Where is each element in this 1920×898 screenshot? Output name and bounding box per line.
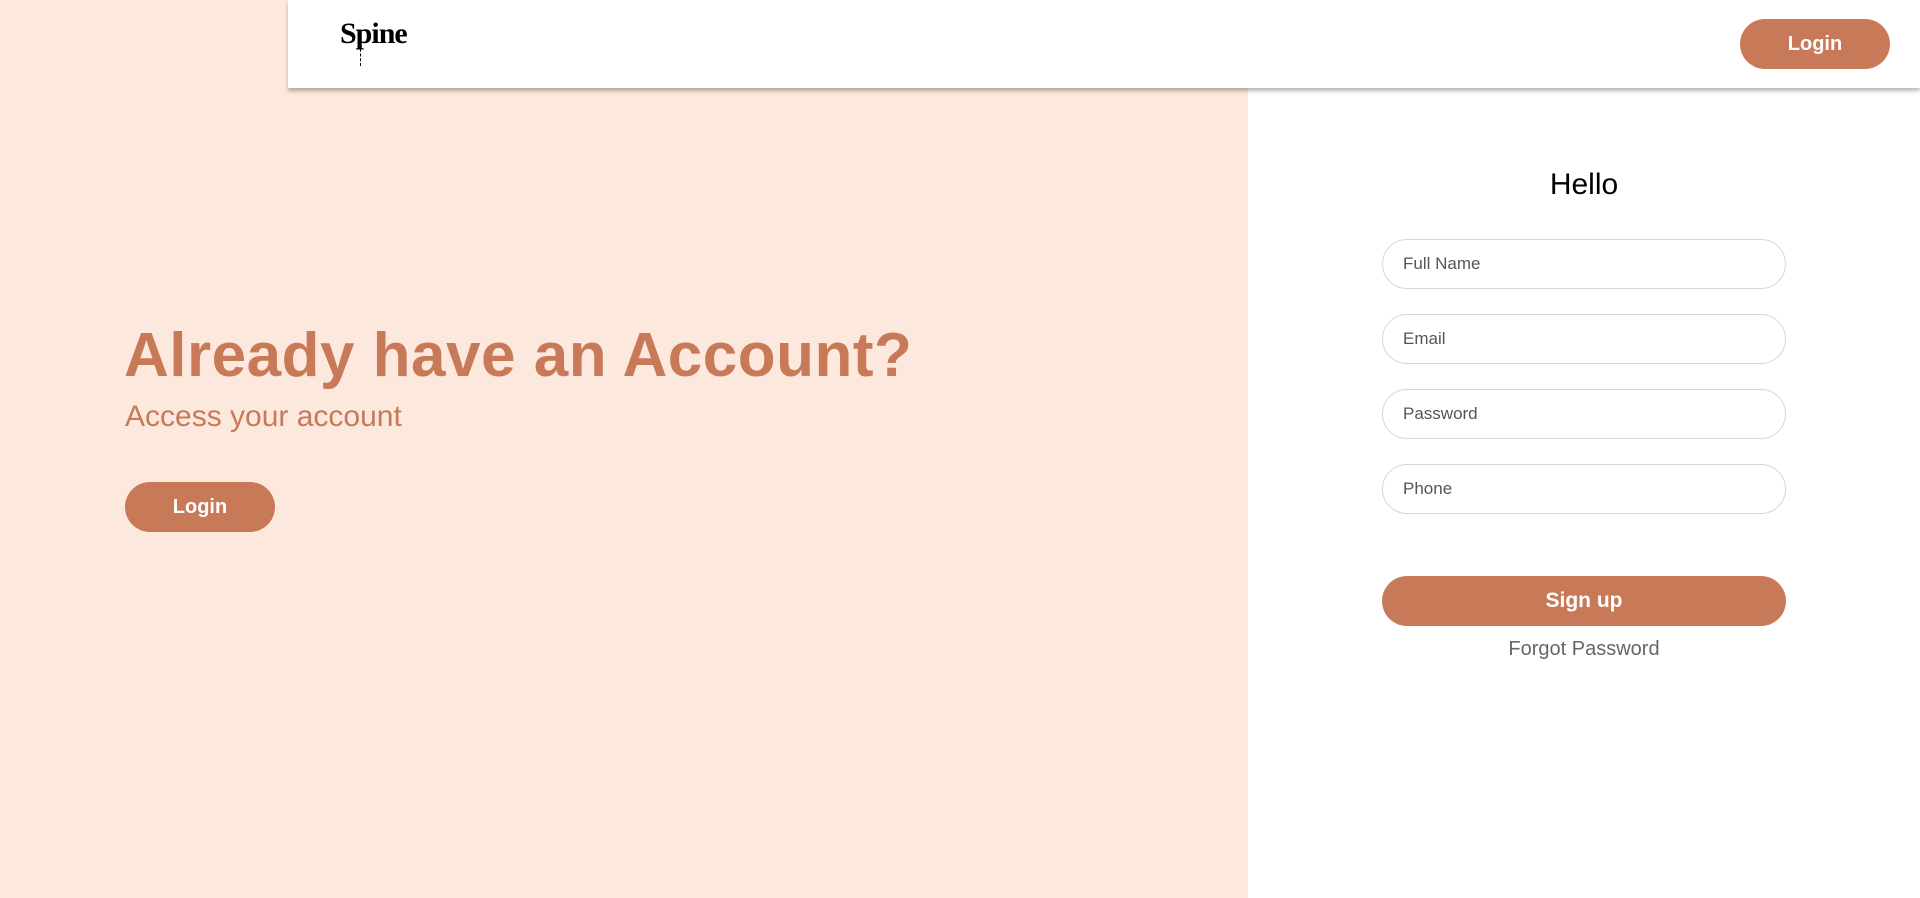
hero-login-button[interactable]: Login — [125, 482, 275, 532]
top-navbar: Spine Login — [288, 0, 1920, 88]
logo-stitch-mark — [360, 44, 361, 66]
password-input[interactable] — [1382, 389, 1786, 439]
full-name-input[interactable] — [1382, 239, 1786, 289]
signup-button[interactable]: Sign up — [1382, 576, 1786, 626]
hero-headline: Already have an Account? — [124, 321, 913, 390]
phone-input[interactable] — [1382, 464, 1786, 514]
hero-subheadline: Access your account — [125, 400, 402, 433]
brand-logo[interactable]: Spine — [340, 18, 420, 66]
login-promo-panel — [0, 0, 1248, 898]
logo-wordmark: Spine — [340, 17, 408, 50]
signup-form-title: Hello — [1549, 168, 1619, 201]
forgot-password-link[interactable]: Forgot Password — [1382, 638, 1786, 661]
email-input[interactable] — [1382, 314, 1786, 364]
signup-panel — [1248, 0, 1920, 898]
navbar-login-button[interactable]: Login — [1740, 19, 1890, 69]
